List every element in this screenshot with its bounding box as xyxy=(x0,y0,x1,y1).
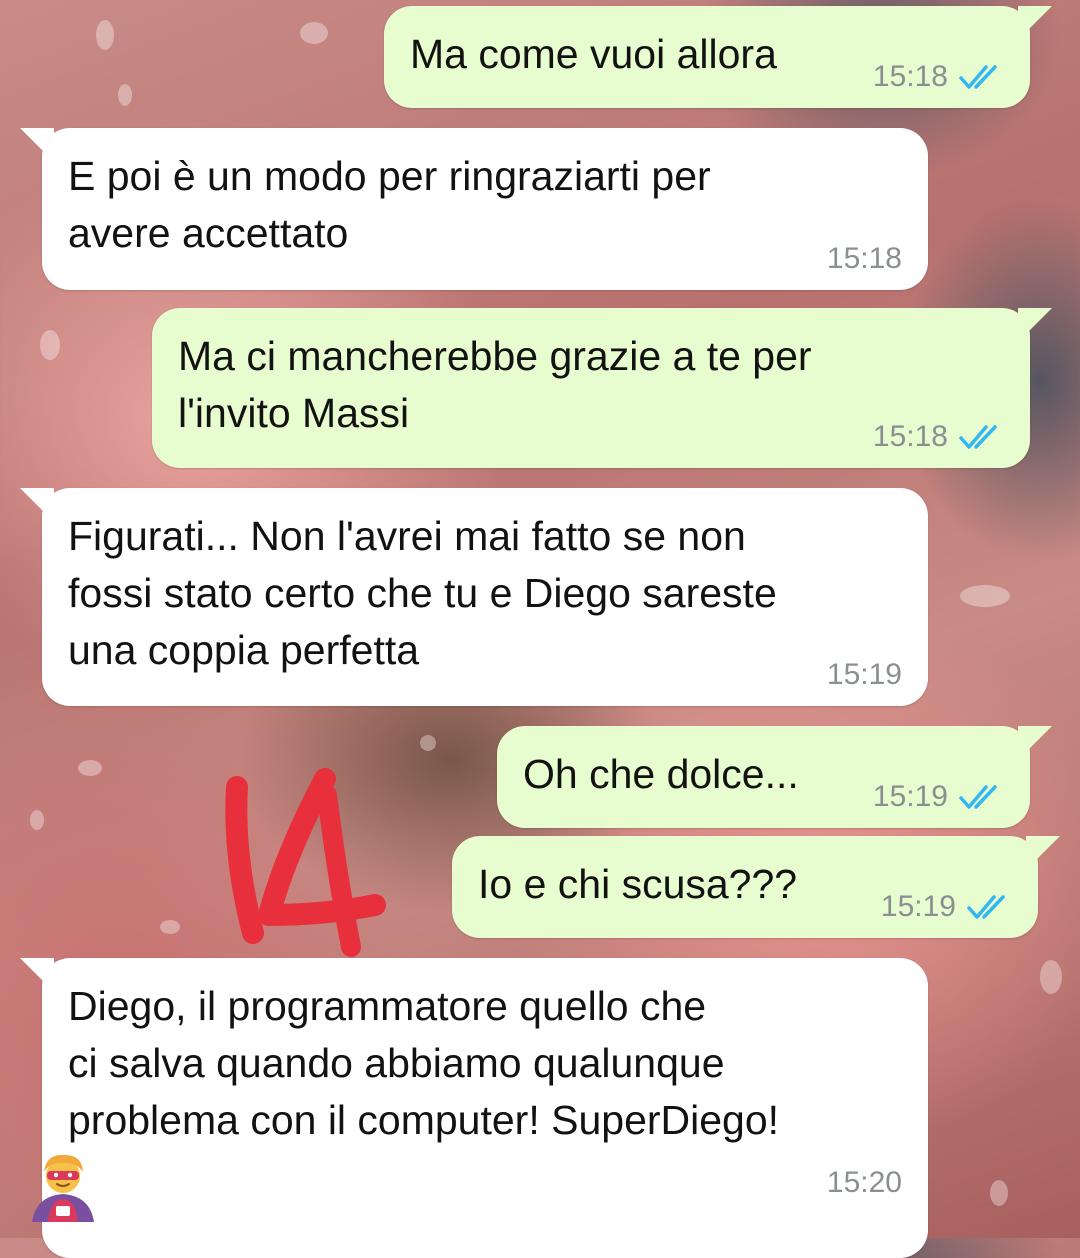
message-bubble-outgoing[interactable]: Io e chi scusa??? 15:19 xyxy=(452,836,1060,938)
message-meta: 15:19 xyxy=(827,658,902,692)
message-meta: 15:18 xyxy=(873,420,1004,454)
read-ticks-icon xyxy=(959,785,997,809)
message-text: Ma come vuoi allora xyxy=(410,31,777,77)
message-time: 15:19 xyxy=(826,658,902,691)
message-time: 15:19 xyxy=(872,780,948,813)
background-drop xyxy=(96,20,114,50)
background-drop xyxy=(300,22,328,44)
background-drop xyxy=(40,330,60,360)
message-bubble-outgoing[interactable]: Oh che dolce... 15:19 xyxy=(497,726,1052,828)
message-time: 15:18 xyxy=(872,420,948,453)
background-drop xyxy=(160,920,180,934)
handwritten-14-annotation xyxy=(225,768,386,957)
background-drop xyxy=(990,1180,1008,1206)
message-time: 15:19 xyxy=(880,890,956,923)
background-drop xyxy=(78,760,102,776)
background-drop xyxy=(118,84,132,106)
message-bubble-incoming[interactable]: E poi è un modo per ringraziarti per ave… xyxy=(20,128,928,290)
message-meta: 15:19 xyxy=(881,890,1012,924)
background-drop xyxy=(420,735,436,751)
message-time: 15:18 xyxy=(872,60,948,93)
background-drop xyxy=(30,810,44,830)
message-text: Diego, il programmatore quello che ci sa… xyxy=(68,983,780,1143)
message-bubble-incoming[interactable]: Diego, il programmatore quello che ci sa… xyxy=(20,958,928,1258)
message-text: Io e chi scusa??? xyxy=(478,861,798,907)
message-meta: 15:20 xyxy=(827,1166,902,1200)
message-meta: 15:18 xyxy=(827,242,902,276)
message-meta: 15:18 xyxy=(873,60,1004,94)
read-ticks-icon xyxy=(959,425,997,449)
message-bubble-outgoing[interactable]: Ma ci mancherebbe grazie a te per l'invi… xyxy=(152,308,1052,468)
message-bubble-incoming[interactable]: Figurati... Non l'avrei mai fatto se non… xyxy=(20,488,928,706)
message-text: Ma ci mancherebbe grazie a te per l'invi… xyxy=(178,333,812,436)
superhero-emoji-icon xyxy=(32,1154,94,1222)
message-text: E poi è un modo per ringraziarti per ave… xyxy=(68,153,711,256)
message-meta: 15:19 xyxy=(873,780,1004,814)
read-ticks-icon xyxy=(967,895,1005,919)
background-drop xyxy=(960,585,1010,607)
read-ticks-icon xyxy=(959,65,997,89)
message-text: Oh che dolce... xyxy=(523,751,799,797)
message-time: 15:18 xyxy=(826,242,902,275)
message-bubble-outgoing[interactable]: Ma come vuoi allora 15:18 xyxy=(384,6,1052,108)
background-drop xyxy=(1040,960,1062,994)
message-text: Figurati... Non l'avrei mai fatto se non… xyxy=(68,513,777,673)
message-time: 15:20 xyxy=(826,1166,902,1199)
